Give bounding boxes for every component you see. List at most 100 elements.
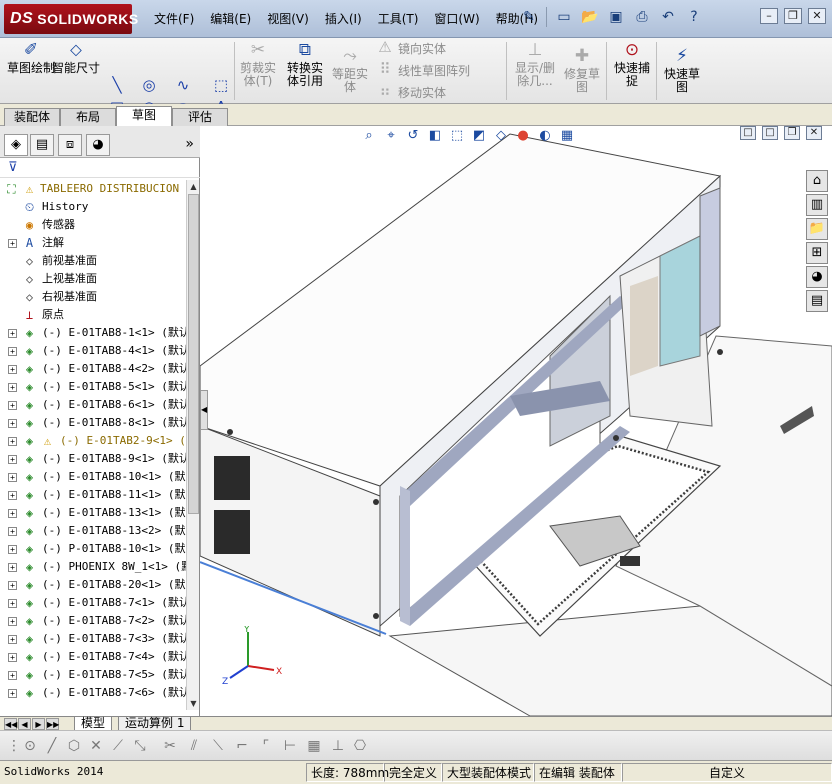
expand-icon[interactable]: + xyxy=(8,545,17,554)
expand-panel-icon[interactable]: » xyxy=(185,136,194,152)
menu-insert[interactable]: 插入(I) xyxy=(317,8,370,29)
custom-properties-icon[interactable]: ▤ xyxy=(806,290,828,312)
tab-layout[interactable]: 布局 xyxy=(60,108,116,126)
mirror-entities-label[interactable]: 镜向实体 xyxy=(398,40,446,57)
expand-icon[interactable]: + xyxy=(8,563,17,572)
expand-icon[interactable]: + xyxy=(8,239,17,248)
edit-appearance-icon[interactable]: ● xyxy=(514,127,532,145)
last-tab-icon[interactable]: ▶▶ xyxy=(46,718,59,730)
viewport-tile-icon[interactable]: □ xyxy=(762,126,778,140)
repair-sketch-button[interactable]: ✚ 修复草图 xyxy=(562,46,602,94)
display-style-icon[interactable]: ◩ xyxy=(470,127,488,145)
status-units-custom[interactable]: 自定义 xyxy=(622,763,832,782)
viewport-restore-icon[interactable]: ❐ xyxy=(784,126,800,140)
expand-icon[interactable]: + xyxy=(8,437,17,446)
view-orientation-icon[interactable]: ⬚ xyxy=(448,127,466,145)
expand-icon[interactable]: + xyxy=(8,329,17,338)
solidworks-resources-icon[interactable]: ⌂ xyxy=(806,170,828,192)
tree-item[interactable]: + ◈ (-) E-01TAB8-1<1> (默认- xyxy=(0,324,186,342)
filter-icon[interactable]: ⊽ xyxy=(8,160,18,175)
menu-window[interactable]: 窗口(W) xyxy=(426,8,487,29)
minimize-icon[interactable]: – xyxy=(760,8,778,24)
rapid-sketch-button[interactable]: ⚡ 快速草图 xyxy=(660,46,704,94)
expand-icon[interactable]: + xyxy=(8,419,17,428)
expand-icon[interactable]: + xyxy=(8,491,17,500)
undo-icon[interactable]: ↶ xyxy=(657,6,679,28)
tree-item[interactable]: + ◈ (-) E-01TAB8-4<1> (默认- xyxy=(0,342,186,360)
tree-item[interactable]: ⊥ 原点 xyxy=(0,306,186,324)
linear-pattern-label[interactable]: 线性草图阵列 xyxy=(398,62,470,79)
dimension-icon[interactable]: ⊢ xyxy=(280,737,300,755)
offset-icon[interactable]: ⫽ xyxy=(184,737,204,755)
tree-item[interactable]: + ◈ (-) E-01TAB8-9<1> (默认- xyxy=(0,450,186,468)
appearances-icon[interactable]: ◕ xyxy=(806,266,828,288)
tree-item[interactable]: + ◈ (-) E-01TAB8-8<1> (默认- xyxy=(0,414,186,432)
scroll-up-icon[interactable]: ▲ xyxy=(187,180,200,193)
expand-icon[interactable]: + xyxy=(8,617,17,626)
tree-item[interactable]: + ◈ (-) E-01TAB8-7<6> (默认- xyxy=(0,684,186,702)
tab-assembly[interactable]: 装配体 xyxy=(4,108,60,126)
construction-geometry-icon[interactable]: ⬚ xyxy=(212,76,230,94)
display-manager-tab-icon[interactable]: ◕ xyxy=(86,134,110,156)
line-icon[interactable]: ╱ xyxy=(42,737,62,755)
previous-view-icon[interactable]: ↺ xyxy=(404,127,422,145)
tab-evaluate[interactable]: 评估 xyxy=(172,108,228,126)
tab-sketch[interactable]: 草图 xyxy=(116,106,172,127)
help-icon[interactable]: ? xyxy=(683,6,705,28)
tree-item[interactable]: + ◈ (-) E-01TAB8-7<4> (默认- xyxy=(0,648,186,666)
expand-icon[interactable]: + xyxy=(8,671,17,680)
tree-item[interactable]: + ◈ (-) E-01TAB8-10<1> (默认 xyxy=(0,468,186,486)
tree-item[interactable]: + ◈ (-) P-01TAB8-10<1> (默认 xyxy=(0,540,186,558)
expand-icon[interactable]: + xyxy=(8,527,17,536)
tree-item[interactable]: ◇ 右视基准面 xyxy=(0,288,186,306)
panel-collapse-handle[interactable]: ◀ xyxy=(200,390,208,430)
trim-icon[interactable]: ✕ xyxy=(86,737,106,755)
zoom-to-area-icon[interactable]: ⌖ xyxy=(382,127,400,145)
tree-item[interactable]: ◉ 传感器 xyxy=(0,216,186,234)
configuration-manager-tab-icon[interactable]: ⧈ xyxy=(58,134,82,156)
apply-scene-icon[interactable]: ◐ xyxy=(536,127,554,145)
view-settings-icon[interactable]: ▦ xyxy=(558,127,576,145)
menu-tools[interactable]: 工具(T) xyxy=(370,8,427,29)
tab-model[interactable]: 模型 xyxy=(74,717,113,731)
tree-item[interactable]: + ◈ (-) E-01TAB8-4<2> (默认- xyxy=(0,360,186,378)
solidworks-logo[interactable]: DS SOLIDWORKS xyxy=(4,4,138,34)
polygon-icon[interactable]: ⬡ xyxy=(64,737,84,755)
tree-item[interactable]: + ◈ (-) E-01TAB8-5<1> (默认- xyxy=(0,378,186,396)
expand-icon[interactable]: + xyxy=(8,653,17,662)
tree-item[interactable]: + ◈ (-) E-01TAB8-7<3> (默认- xyxy=(0,630,186,648)
tree-item[interactable]: + ◈ (-) PHOENIX 8W_1<1> (默 xyxy=(0,558,186,576)
expand-icon[interactable]: + xyxy=(8,365,17,374)
tree-item[interactable]: + ◈ (-) E-01TAB8-20<1> (默认 xyxy=(0,576,186,594)
line-icon[interactable]: ╲ xyxy=(108,76,126,94)
section-view-icon[interactable]: ◧ xyxy=(426,127,444,145)
print-icon[interactable]: ⎙ xyxy=(631,6,653,28)
expand-icon[interactable]: + xyxy=(8,347,17,356)
restore-icon[interactable]: ❐ xyxy=(784,8,802,24)
feature-manager-tab-icon[interactable]: ◈ xyxy=(4,134,28,156)
fillet-icon[interactable]: ⌐ xyxy=(232,737,252,755)
expand-icon[interactable]: + xyxy=(8,689,17,698)
mirror-icon[interactable]: ⤡ xyxy=(130,737,150,755)
pattern-icon[interactable]: ▦ xyxy=(304,737,324,755)
move-entities-label[interactable]: 移动实体 xyxy=(398,84,446,101)
expand-icon[interactable]: + xyxy=(8,473,17,482)
expand-icon[interactable]: + xyxy=(8,401,17,410)
chamfer-icon[interactable]: ⟍ xyxy=(208,737,228,755)
tree-item[interactable]: ◇ 前视基准面 xyxy=(0,252,186,270)
scroll-down-icon[interactable]: ▼ xyxy=(187,697,200,710)
open-folder-icon[interactable]: 📂 xyxy=(579,6,601,28)
tree-item[interactable]: + ◈ (-) E-01TAB8-7<1> (默认- xyxy=(0,594,186,612)
design-library-icon[interactable]: ▥ xyxy=(806,194,828,216)
expand-icon[interactable]: + xyxy=(8,455,17,464)
tree-item[interactable]: + ◈ (-) E-01TAB8-13<1> (默认 xyxy=(0,504,186,522)
viewport-close-icon[interactable]: ✕ xyxy=(806,126,822,140)
tab-motion-study[interactable]: 运动算例 1 xyxy=(118,717,192,731)
prev-tab-icon[interactable]: ◀ xyxy=(18,718,31,730)
zoom-to-fit-icon[interactable]: ⌕ xyxy=(360,127,378,145)
construction-icon[interactable]: ⌜ xyxy=(256,737,276,755)
tree-item[interactable]: ⏲ History xyxy=(0,198,186,216)
new-document-icon[interactable]: ▭ xyxy=(553,6,575,28)
display-delete-relations-button[interactable]: ⊥ 显示/删除几... xyxy=(510,40,560,88)
tree-item[interactable]: ◇ 上视基准面 xyxy=(0,270,186,288)
